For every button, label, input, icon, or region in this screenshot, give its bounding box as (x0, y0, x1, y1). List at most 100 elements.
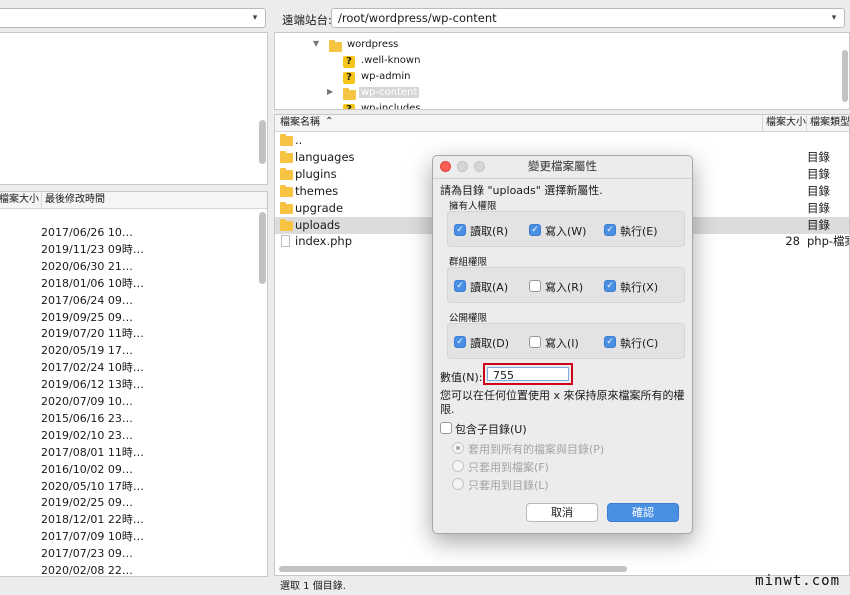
remote-column-header: 檔案名稱 ⌃ 檔案大小 檔案類型 (275, 115, 849, 132)
modified-date: 2019/02/10 23… (41, 428, 133, 442)
group-write-label[interactable]: 寫入(R) (545, 279, 583, 295)
numeric-value-field[interactable]: 755 (487, 367, 569, 382)
column-filetype[interactable]: 檔案類型 (806, 115, 849, 131)
disclosure-expanded-icon[interactable]: ▼ (313, 39, 319, 48)
group-read-checkbox[interactable]: ✓ (454, 280, 466, 292)
numeric-value-highlight: 755 (483, 363, 573, 385)
folder-icon (329, 40, 342, 52)
public-read-checkbox[interactable]: ✓ (454, 336, 466, 348)
tree-item-label[interactable]: wp-content (359, 87, 420, 98)
watermark-text: minwt.com (755, 573, 840, 589)
table-row[interactable]: 2020/07/09 10… (41, 393, 133, 410)
table-row[interactable]: 2016/10/02 09… (41, 461, 133, 478)
table-row[interactable]: 2019/11/23 09時… (41, 241, 144, 258)
unknown-icon: ? (343, 56, 355, 68)
cancel-button[interactable]: 取消 (526, 503, 598, 522)
owner-read-label[interactable]: 讀取(R) (470, 223, 508, 239)
column-filesize[interactable]: 檔案大小 (762, 115, 806, 131)
local-list-scrollbar[interactable] (259, 212, 266, 284)
group-write-checkbox[interactable] (529, 280, 541, 292)
table-row[interactable]: 2019/02/10 23… (41, 427, 133, 444)
apply-all-radio[interactable] (452, 442, 464, 454)
local-tree-pane (0, 32, 268, 185)
table-row[interactable]: 2020/02/08 22… (41, 562, 133, 579)
modified-date: 2017/06/24 09… (41, 293, 133, 307)
file-type: 目錄 (807, 149, 830, 164)
table-row[interactable]: 2019/02/25 09… (41, 494, 133, 511)
folder-icon (280, 201, 293, 214)
owner-write-label[interactable]: 寫入(W) (545, 223, 586, 239)
remote-tree-scrollbar[interactable] (842, 50, 848, 102)
modified-date: 2019/02/25 09… (41, 496, 133, 510)
table-row[interactable]: 2015/06/16 23… (41, 410, 133, 427)
file-name: themes (295, 183, 339, 198)
public-execute-checkbox[interactable]: ✓ (604, 336, 616, 348)
modified-date: 2015/06/16 23… (41, 411, 133, 425)
apply-all-label[interactable]: 套用到所有的檔案與目錄(P) (468, 441, 604, 457)
table-row[interactable]: 2019/06/12 13時… (41, 376, 144, 393)
apply-files-radio[interactable] (452, 460, 464, 472)
remote-horizontal-scrollbar[interactable] (279, 566, 627, 572)
disclosure-collapsed-icon[interactable]: ▶ (327, 87, 333, 96)
table-row[interactable]: .. (275, 132, 849, 149)
table-row[interactable]: 2017/06/26 10… (41, 224, 133, 241)
public-permissions-title: 公開權限 (449, 313, 488, 324)
tree-item-label[interactable]: wp-includes (359, 103, 423, 109)
zoom-window-button[interactable] (474, 161, 485, 172)
numeric-value-label: 數值(N): (440, 371, 483, 384)
group-execute-checkbox[interactable]: ✓ (604, 280, 616, 292)
minimize-window-button[interactable] (457, 161, 468, 172)
owner-execute-label[interactable]: 執行(E) (620, 223, 658, 239)
file-name: plugins (295, 166, 337, 181)
file-name: .. (295, 133, 303, 147)
group-read-label[interactable]: 讀取(A) (470, 279, 508, 295)
owner-execute-checkbox[interactable]: ✓ (604, 224, 616, 236)
table-row[interactable]: 2020/05/19 17… (41, 342, 133, 359)
owner-permissions-group: ✓ 讀取(R) ✓ 寫入(W) ✓ 執行(E) (447, 211, 685, 247)
table-row[interactable]: 2017/06/24 09… (41, 292, 133, 309)
owner-permissions-title: 擁有人權限 (449, 201, 497, 212)
public-write-checkbox[interactable] (529, 336, 541, 348)
owner-read-checkbox[interactable]: ✓ (454, 224, 466, 236)
table-row[interactable]: 2018/12/01 22時… (41, 511, 144, 528)
public-write-label[interactable]: 寫入(I) (545, 335, 579, 351)
remote-path-dropdown[interactable]: /root/wordpress/wp-content ▾ (331, 8, 845, 28)
table-row[interactable]: 2017/07/23 09… (41, 545, 133, 562)
owner-write-checkbox[interactable]: ✓ (529, 224, 541, 236)
close-window-button[interactable] (440, 161, 451, 172)
hint-text: 您可以在任何位置使用 x 來保持原來檔案所有的權限. (440, 389, 685, 416)
modified-date: 2020/05/10 17時… (41, 479, 144, 493)
table-row[interactable]: 2020/05/10 17時… (41, 478, 144, 495)
public-execute-label[interactable]: 執行(C) (620, 335, 658, 351)
apply-dirs-radio[interactable] (452, 478, 464, 490)
table-row[interactable]: 2017/07/09 10時… (41, 528, 144, 545)
tree-item-label[interactable]: wp-admin (359, 71, 412, 82)
group-execute-label[interactable]: 執行(X) (620, 279, 658, 295)
table-row[interactable]: 2019/07/20 11時… (41, 325, 144, 342)
modified-date: 2020/07/09 10… (41, 395, 133, 408)
column-filename[interactable]: 檔案名稱 (280, 115, 320, 131)
column-size[interactable]: 檔案大小 (0, 192, 39, 208)
file-name: index.php (295, 234, 353, 249)
dialog-title: 變更檔案屬性 (528, 159, 597, 173)
group-permissions-title: 群組權限 (449, 257, 488, 268)
file-type: php-檔案 (807, 234, 849, 249)
remote-path-value: /root/wordpress/wp-content (338, 11, 497, 25)
recurse-checkbox[interactable] (440, 422, 452, 434)
column-modified[interactable]: 最後修改時間 (41, 192, 105, 208)
local-tree-scrollbar[interactable] (259, 120, 266, 164)
recurse-label[interactable]: 包含子目錄(U) (455, 421, 527, 437)
table-row[interactable]: 2017/02/24 10時… (41, 359, 144, 376)
tree-item-label[interactable]: .well-known (359, 55, 422, 66)
table-row[interactable]: 2017/08/01 11時… (41, 444, 144, 461)
apply-dirs-label[interactable]: 只套用到目錄(L) (468, 477, 549, 493)
apply-files-label[interactable]: 只套用到檔案(F) (468, 459, 549, 475)
ok-button[interactable]: 確認 (607, 503, 679, 522)
table-row[interactable]: 2018/01/06 10時… (41, 275, 144, 292)
table-row[interactable]: 2019/09/25 09… (41, 309, 133, 326)
modified-date: 2019/07/20 11時… (41, 327, 144, 341)
table-row[interactable]: 2020/06/30 21… (41, 258, 133, 275)
tree-item-label[interactable]: wordpress (345, 39, 400, 50)
public-read-label[interactable]: 讀取(D) (470, 335, 509, 351)
local-path-dropdown[interactable]: ▾ (0, 8, 266, 28)
